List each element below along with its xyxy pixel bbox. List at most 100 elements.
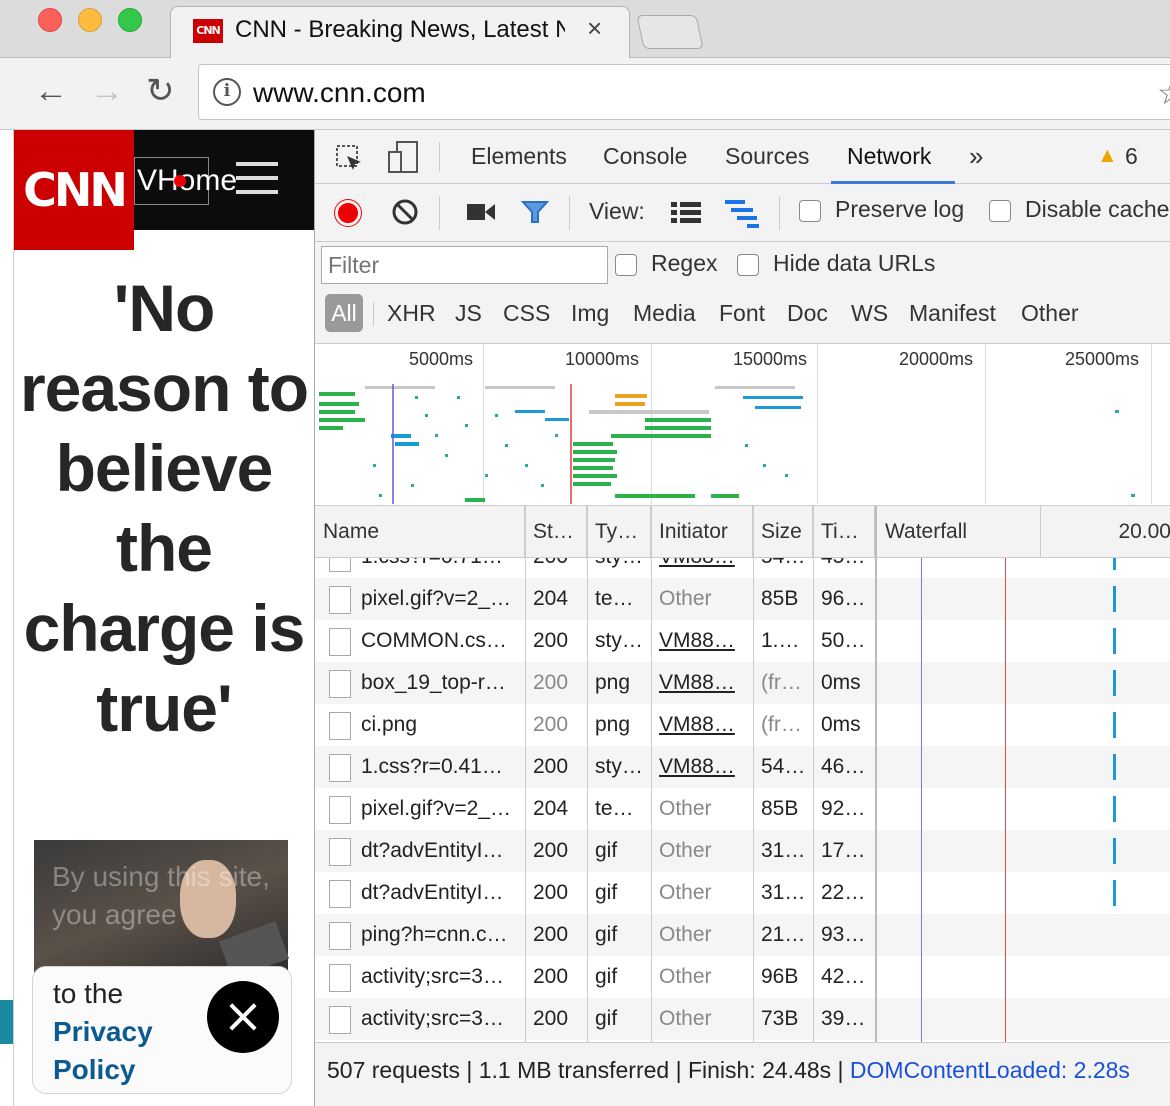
table-row[interactable]: box_19_top-r… 200 png VM88… (fr… 0ms: [315, 662, 1170, 704]
column-status[interactable]: St…: [525, 506, 587, 558]
hide-data-urls-label[interactable]: Hide data URLs: [773, 250, 935, 277]
column-time[interactable]: Ti…: [813, 506, 875, 558]
waterfall-bar: [1113, 880, 1116, 906]
network-overview-timeline[interactable]: 5000ms 10000ms 15000ms 20000ms 25000ms: [315, 344, 1170, 506]
cell-initiator[interactable]: VM88…: [651, 746, 753, 788]
table-row[interactable]: dt?advEntityI… 200 gif Other 31… 22…: [315, 872, 1170, 914]
hamburger-menu-icon[interactable]: [236, 162, 278, 204]
cell-size: (fr…: [761, 671, 802, 694]
timeline-tick: 25000ms: [1065, 349, 1140, 369]
article-photo[interactable]: By using this site, you agree: [34, 840, 290, 980]
filter-input[interactable]: [321, 246, 608, 284]
filter-type-js[interactable]: JS: [455, 294, 482, 332]
disable-cache-checkbox[interactable]: [989, 200, 1011, 222]
close-window-button[interactable]: [38, 8, 62, 32]
waterfall-view-icon[interactable]: [725, 198, 761, 228]
filter-type-font[interactable]: Font: [719, 294, 765, 332]
screenshot-camera-icon[interactable]: [465, 200, 497, 224]
tab-console[interactable]: Console: [603, 130, 687, 184]
back-icon[interactable]: ←: [34, 70, 68, 112]
warning-count[interactable]: 6: [1125, 130, 1138, 184]
cell-initiator[interactable]: Other: [651, 956, 753, 998]
filter-type-css[interactable]: CSS: [503, 294, 550, 332]
cell-type: png: [595, 671, 631, 694]
list-view-icon[interactable]: [671, 200, 701, 224]
cell-initiator[interactable]: VM88…: [651, 620, 753, 662]
request-rows: 1.css?r=0.71…200sty…VM88…54…45…pixel.gif…: [315, 558, 1170, 1042]
device-toolbar-icon[interactable]: [387, 140, 419, 174]
column-type[interactable]: Ty…: [587, 506, 651, 558]
warning-icon[interactable]: ▲: [1097, 130, 1118, 184]
tab-network[interactable]: Network: [831, 130, 955, 184]
table-row[interactable]: pixel.gif?v=2_… 204 te… Other 85B 92…: [315, 788, 1170, 830]
cell-initiator[interactable]: VM88…: [651, 558, 753, 578]
filter-type-doc[interactable]: Doc: [787, 294, 828, 332]
more-tabs-icon[interactable]: »: [969, 130, 983, 184]
column-initiator[interactable]: Initiator: [651, 506, 753, 558]
table-row[interactable]: ping?h=cnn.c… 200 gif Other 21… 93…: [315, 914, 1170, 956]
regex-checkbox[interactable]: [615, 254, 637, 276]
table-row[interactable]: activity;src=3… 200 gif Other 96B 42…: [315, 956, 1170, 998]
column-waterfall[interactable]: Waterfall: [877, 506, 1041, 558]
new-tab-button[interactable]: [636, 15, 704, 49]
close-icon[interactable]: ×: [207, 981, 279, 1053]
address-bar[interactable]: i www.cnn.com ☆: [198, 64, 1170, 120]
cell-name: COMMON.cs…: [361, 629, 507, 652]
headline[interactable]: 'No reason to believe the charge is true…: [14, 268, 314, 748]
cell-initiator[interactable]: VM88…: [651, 704, 753, 746]
inspect-element-icon[interactable]: [335, 144, 363, 172]
cell-name: activity;src=3…: [361, 965, 504, 988]
cell-initiator[interactable]: Other: [651, 578, 753, 620]
hide-data-urls-checkbox[interactable]: [737, 254, 759, 276]
table-row[interactable]: dt?advEntityI… 200 gif Other 31… 17…: [315, 830, 1170, 872]
column-name[interactable]: Name: [315, 506, 525, 558]
table-row[interactable]: activity;src=3… 200 gif Other 73B 39…: [315, 998, 1170, 1040]
cnn-logo[interactable]: CNN: [14, 130, 134, 250]
url-text[interactable]: www.cnn.com: [253, 76, 426, 110]
filter-type-manifest[interactable]: Manifest: [909, 294, 996, 332]
cell-type: gif: [595, 965, 618, 988]
cell-initiator[interactable]: VM88…: [651, 662, 753, 704]
bookmark-star-icon[interactable]: ☆: [1157, 74, 1170, 112]
forward-icon[interactable]: →: [90, 70, 124, 112]
tab-elements[interactable]: Elements: [471, 130, 567, 184]
browser-tab[interactable]: CNN CNN - Breaking News, Latest N ×: [170, 6, 630, 59]
clear-icon[interactable]: [391, 198, 419, 226]
tab-sources[interactable]: Sources: [725, 130, 809, 184]
column-size[interactable]: Size: [753, 506, 813, 558]
cell-initiator[interactable]: Other: [651, 788, 753, 830]
preserve-log-label[interactable]: Preserve log: [835, 196, 964, 223]
table-row[interactable]: 1.css?r=0.41… 200 sty… VM88… 54… 46…: [315, 746, 1170, 788]
filter-type-media[interactable]: Media: [633, 294, 696, 332]
cell-type: sty…: [595, 755, 643, 778]
cell-size: 1.…: [761, 629, 800, 652]
filter-type-img[interactable]: Img: [571, 294, 609, 332]
disable-cache-label[interactable]: Disable cache: [1025, 196, 1169, 223]
filter-type-all[interactable]: All: [325, 294, 363, 332]
table-row[interactable]: 1.css?r=0.71…200sty…VM88…54…45…: [315, 558, 1170, 578]
tab-close-icon[interactable]: ×: [587, 13, 602, 43]
preserve-log-checkbox[interactable]: [799, 200, 821, 222]
home-label[interactable]: VHome: [134, 157, 237, 205]
filter-type-ws[interactable]: WS: [851, 294, 888, 332]
filter-funnel-icon[interactable]: [521, 198, 549, 226]
reload-icon[interactable]: ↻: [146, 70, 175, 112]
cell-initiator[interactable]: Other: [651, 872, 753, 914]
filter-type-other[interactable]: Other: [1021, 294, 1079, 332]
minimize-window-button[interactable]: [78, 8, 102, 32]
maximize-window-button[interactable]: [118, 8, 142, 32]
table-row[interactable]: pixel.gif?v=2_… 204 te… Other 85B 96…: [315, 578, 1170, 620]
info-icon[interactable]: i: [213, 78, 241, 106]
table-row[interactable]: COMMON.cs… 200 sty… VM88… 1.… 50…: [315, 620, 1170, 662]
cell-name: dt?advEntityI…: [361, 839, 504, 862]
cell-initiator[interactable]: Other: [651, 998, 753, 1040]
cell-status: 200: [533, 1007, 569, 1030]
cell-initiator[interactable]: Other: [651, 914, 753, 956]
table-row[interactable]: ci.png 200 png VM88… (fr… 0ms: [315, 704, 1170, 746]
record-icon[interactable]: [335, 200, 361, 226]
devtools-tab-bar: Elements Console Sources Network » ▲ 6: [315, 130, 1170, 184]
filter-type-xhr[interactable]: XHR: [387, 294, 436, 332]
privacy-policy-link[interactable]: Privacy Policy: [53, 1013, 163, 1089]
cell-initiator[interactable]: Other: [651, 830, 753, 872]
regex-label[interactable]: Regex: [651, 250, 717, 277]
